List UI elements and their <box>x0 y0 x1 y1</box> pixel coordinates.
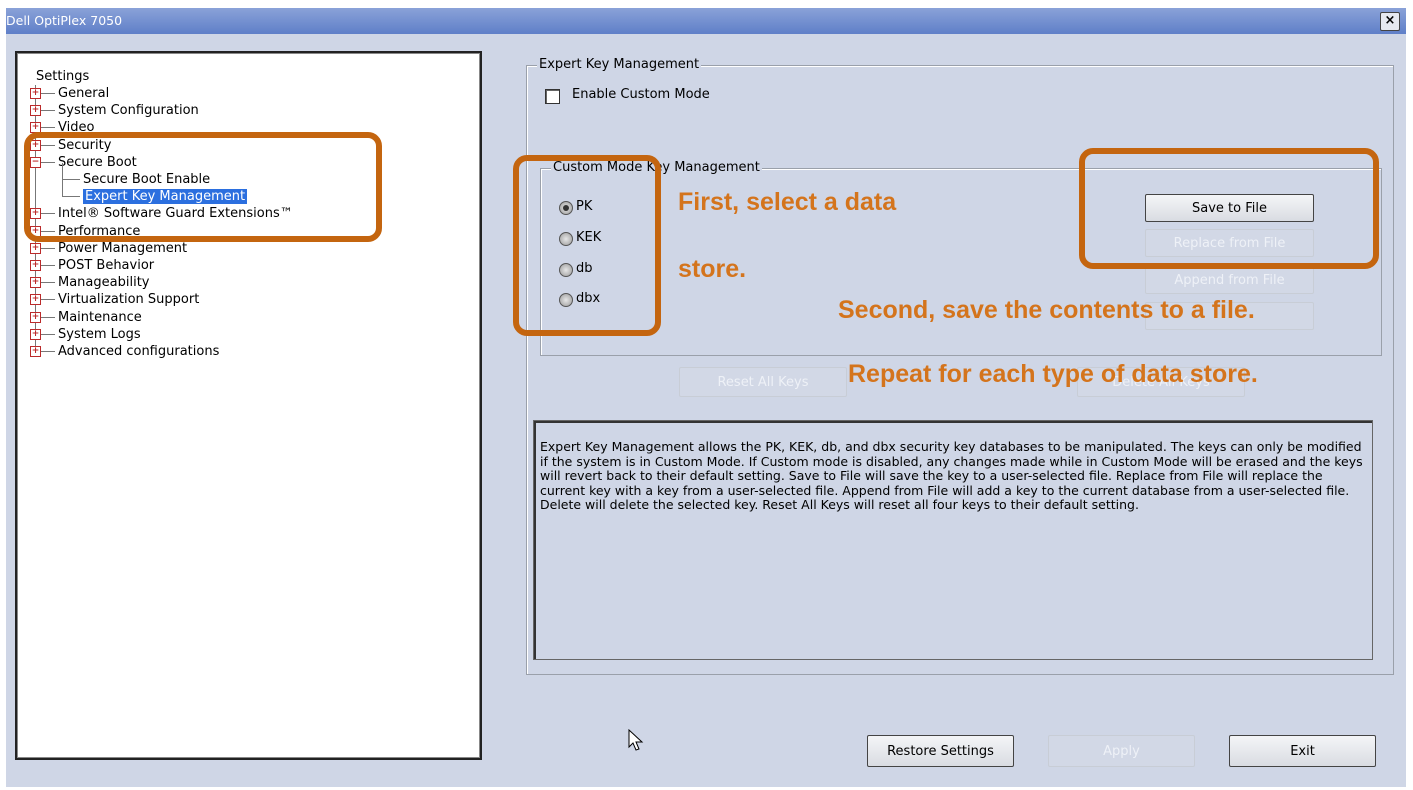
apply-button[interactable]: Apply <box>1048 735 1195 767</box>
annotation-highlight-save <box>1079 148 1379 269</box>
mouse-pointer-icon <box>628 729 644 751</box>
tree-item-system-logs[interactable]: System Logs <box>58 326 141 343</box>
annotation-step1-line1: First, select a data <box>678 188 897 216</box>
tree-connector <box>41 351 55 352</box>
expand-icon[interactable]: + <box>30 260 41 271</box>
expand-icon[interactable]: + <box>30 328 41 340</box>
tree-item-general[interactable]: General <box>58 85 109 102</box>
title-bar: Dell OptiPlex 7050 × <box>6 8 1406 34</box>
annotation-step1-line2: store. <box>678 255 747 283</box>
exit-button[interactable]: Exit <box>1229 735 1376 767</box>
tree-item-label: Manageability <box>58 275 150 291</box>
tree-connector <box>41 93 55 94</box>
tree-connector <box>41 282 55 284</box>
annotation-step2: Second, save the contents to a file. <box>838 296 1255 324</box>
tree-item-advanced-configurations[interactable]: Advanced configurations <box>58 343 219 360</box>
tree-item-post-behavior[interactable]: POST Behavior <box>58 257 154 274</box>
tree-item-label: Virtualization Support <box>58 292 200 308</box>
tree-connector <box>41 316 55 318</box>
tree-item-label: Power Management <box>58 240 188 256</box>
expand-icon[interactable]: + <box>30 294 41 306</box>
expand-icon[interactable]: + <box>30 277 41 289</box>
restore-settings-button[interactable]: Restore Settings <box>867 735 1014 767</box>
tree-item-label: General <box>58 86 110 101</box>
expand-icon[interactable]: + <box>30 346 41 357</box>
tree-connector <box>41 333 55 335</box>
enable-custom-mode-checkbox[interactable] <box>545 89 560 104</box>
tree-connector <box>41 247 55 249</box>
expert-key-management-legend: Expert Key Management <box>537 57 702 73</box>
annotation-highlight-radios <box>513 155 661 336</box>
tree-connector <box>41 127 55 129</box>
expand-icon[interactable]: + <box>30 311 41 323</box>
tree-item-label: Maintenance <box>58 309 142 325</box>
help-description-text: Expert Key Management allows the PK, KEK… <box>540 439 1363 512</box>
close-button[interactable]: × <box>1380 12 1400 31</box>
tree-item-system-configuration[interactable]: System Configuration <box>58 102 199 119</box>
tree-item-label: POST Behavior <box>58 258 155 273</box>
append-from-file-button[interactable]: Append from File <box>1145 266 1314 294</box>
tree-item-label: System Logs <box>58 326 141 342</box>
enable-custom-mode-label: Enable Custom Mode <box>572 87 710 102</box>
annotation-highlight-tree <box>24 132 382 242</box>
tree-item-label: Advanced configurations <box>58 344 220 359</box>
tree-root-settings: Settings <box>36 69 90 84</box>
expand-icon[interactable]: + <box>30 105 41 117</box>
tree-item-label: System Configuration <box>58 103 199 119</box>
expand-icon[interactable]: + <box>30 88 41 99</box>
help-description-box: Expert Key Management allows the PK, KEK… <box>533 420 1373 660</box>
expand-icon[interactable]: + <box>30 242 41 254</box>
tree-connector <box>41 299 55 301</box>
annotation-step3: Repeat for each type of data store. <box>848 360 1258 388</box>
reset-all-keys-button[interactable]: Reset All Keys <box>679 367 847 397</box>
window-title: Dell OptiPlex 7050 <box>6 13 123 28</box>
tree-item-virtualization-support[interactable]: Virtualization Support <box>58 291 199 308</box>
tree-connector <box>41 110 55 112</box>
tree-item-manageability[interactable]: Manageability <box>58 274 149 291</box>
tree-item-maintenance[interactable]: Maintenance <box>58 309 142 326</box>
tree-connector <box>41 265 55 266</box>
tree-item-power-management[interactable]: Power Management <box>58 240 187 257</box>
